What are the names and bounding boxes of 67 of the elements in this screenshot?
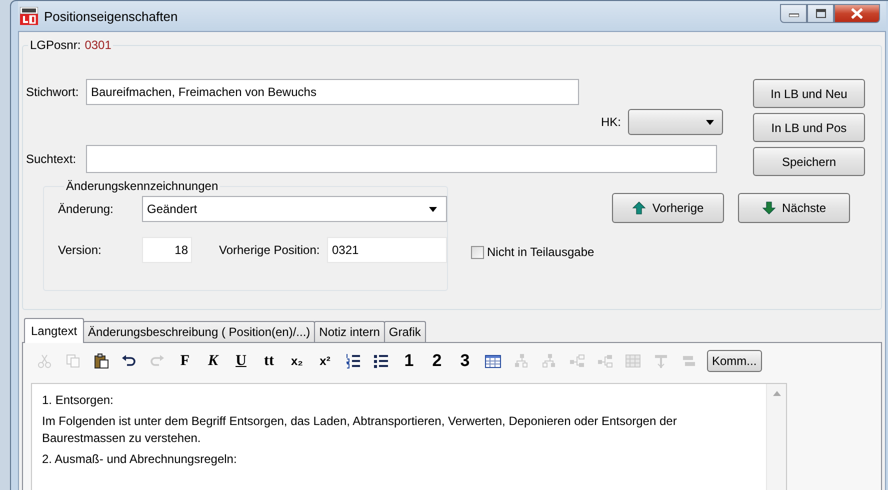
maximize-button[interactable] xyxy=(807,4,834,22)
version-field[interactable]: 18 xyxy=(142,237,192,263)
table-icon xyxy=(485,353,501,369)
change-label: Änderung: xyxy=(58,202,114,216)
search-label: Suchtext: xyxy=(26,152,78,166)
scrollbar[interactable] xyxy=(766,384,786,490)
dropdown-arrow-icon xyxy=(429,206,437,212)
search-field[interactable] xyxy=(86,145,717,173)
format-button[interactable]: 2 xyxy=(423,349,451,373)
text-paragraph: 2. Ausmaß- und Abrechnungsregeln: xyxy=(42,451,238,468)
tab[interactable]: Änderungsbeschreibung ( Position(en)/...) xyxy=(83,321,316,342)
previous-button[interactable]: Vorherige xyxy=(612,193,724,223)
text-paragraph: Im Folgenden ist unter dem Begriff Entsorgen, das Laden, Abtransportieren, Verwerten, Deponieren oder Entsorgen der Baurestmassen zu verstehen. xyxy=(42,413,678,447)
change-dropdown[interactable]: Geändert xyxy=(142,196,447,222)
exclude-checkbox[interactable]: Nicht in Teilausgabe xyxy=(471,245,850,259)
hk-dropdown[interactable] xyxy=(628,109,723,135)
close-button[interactable] xyxy=(834,4,880,22)
bar-icon xyxy=(681,353,697,369)
squares-icon xyxy=(597,353,613,369)
squares-icon xyxy=(513,353,529,369)
format-button[interactable]: K xyxy=(199,349,227,373)
numbered-list-icon xyxy=(345,353,361,369)
position-number-label: LGPosnr: xyxy=(30,38,81,52)
side-button[interactable]: In LB und Neu xyxy=(753,79,865,108)
tab[interactable]: Notiz intern xyxy=(314,321,385,342)
scissors-icon xyxy=(37,353,53,369)
format-button[interactable]: 3 xyxy=(451,349,479,373)
keyword-label: Stichwort: xyxy=(26,85,80,99)
next-button[interactable]: Nächste xyxy=(738,193,850,223)
minimize-button[interactable] xyxy=(780,4,807,22)
grid-icon xyxy=(625,353,641,369)
bullet-list-icon xyxy=(373,353,389,369)
hk-label: HK: xyxy=(600,115,621,129)
tab[interactable]: Langtext xyxy=(24,318,84,343)
undo-icon xyxy=(121,353,137,369)
tab[interactable]: Grafik xyxy=(384,321,426,342)
squares-icon xyxy=(541,353,557,369)
redo-icon xyxy=(149,353,165,369)
side-button[interactable]: Speichern xyxy=(753,147,865,176)
format-button[interactable]: 1 xyxy=(395,349,423,373)
format-button[interactable]: tt xyxy=(255,349,283,373)
format-button[interactable]: x₂ xyxy=(283,349,311,373)
app-logo-icon xyxy=(20,7,38,25)
format-button[interactable]: F xyxy=(171,349,199,373)
side-button[interactable]: In LB und Pos xyxy=(753,113,865,142)
version-label: Version: xyxy=(58,243,102,257)
down-arrow-icon xyxy=(762,201,776,215)
maximize-icon xyxy=(816,8,826,18)
format-button[interactable]: x² xyxy=(311,349,339,373)
previous-position-field[interactable]: 0321 xyxy=(327,237,447,263)
close-icon xyxy=(851,8,863,18)
text-editor[interactable]: 1. Entsorgen: Im Folgenden ist unter dem Begriff Entsorgen, das Laden, Abtransportieren, Verwerten, Deponieren oder Entsorgen der Baurestmassen zu verstehen. 2. Ausmaß- und Abrechnungsregeln: xyxy=(31,383,787,490)
keyword-field[interactable]: Baureifmachen, Freimachen von Bewuchs xyxy=(86,79,579,105)
paste-icon xyxy=(93,353,109,369)
scroll-up-icon xyxy=(772,391,780,396)
position-number-value: 0301 xyxy=(84,38,112,52)
up-arrow-icon xyxy=(632,201,646,215)
group-title: Änderungskennzeichnungen xyxy=(66,179,218,193)
format-button[interactable]: U xyxy=(227,349,255,373)
window-title: Positionseigenschaften xyxy=(44,8,179,24)
change-value: Geändert xyxy=(147,202,198,216)
previous-position-label: Vorherige Position: xyxy=(219,243,321,257)
comment-button[interactable]: Komm... xyxy=(707,350,762,372)
copy-icon xyxy=(65,353,81,369)
squares-icon xyxy=(569,353,585,369)
dropdown-arrow-icon xyxy=(706,120,714,124)
text-paragraph: 1. Entsorgen: xyxy=(42,392,114,409)
